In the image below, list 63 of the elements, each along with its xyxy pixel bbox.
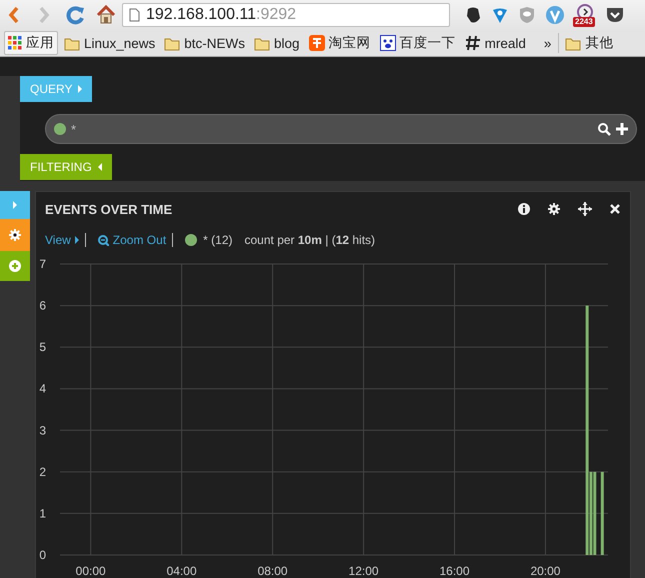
overflow-chevron[interactable]: » — [540, 36, 556, 50]
move-icon[interactable] — [578, 202, 592, 216]
funnel-icon[interactable] — [491, 6, 509, 24]
y-tick-label: 2 — [39, 464, 46, 479]
settings-icon — [9, 229, 21, 241]
y-tick-label: 5 — [39, 340, 46, 354]
pocket-icon[interactable] — [605, 5, 625, 25]
folder-icon — [565, 36, 582, 50]
home-icon[interactable] — [96, 5, 116, 25]
close-icon[interactable] — [610, 204, 620, 214]
x-tick-label: 12:00 — [348, 564, 379, 578]
extension-icon[interactable] — [464, 6, 482, 24]
zoom-out-link[interactable]: Zoom Out — [98, 233, 166, 247]
hits-summary: count per 10m | (12 hits) — [244, 233, 376, 247]
folder-icon — [254, 36, 270, 50]
series-color-dot[interactable] — [185, 234, 198, 246]
reload-icon[interactable] — [66, 5, 86, 25]
folder-icon — [164, 36, 180, 50]
bookmark[interactable]: 淘宝网 — [306, 32, 374, 54]
add-icon[interactable] — [616, 123, 628, 135]
info-icon[interactable] — [518, 203, 530, 215]
address-bar[interactable]: 192.168.100.11:9292 — [122, 3, 450, 27]
search-icon[interactable] — [598, 122, 611, 136]
folder-icon — [64, 36, 80, 50]
x-tick-label: 20:00 — [530, 564, 560, 578]
bookmark[interactable]: mreald — [462, 33, 529, 53]
bookmark[interactable]: 其他 — [562, 32, 616, 54]
x-tick-label: 08:00 — [258, 564, 288, 578]
zoom-out-icon — [98, 234, 109, 246]
circle-icon[interactable] — [545, 5, 565, 25]
caret-icon — [13, 201, 17, 209]
panel-title: EVENTS OVER TIME — [45, 202, 172, 216]
caret-icon — [74, 236, 79, 244]
y-tick-label: 6 — [39, 298, 46, 313]
add-icon — [9, 260, 21, 272]
caret-icon — [78, 85, 82, 93]
shop-logo-icon — [308, 35, 325, 51]
bookmark[interactable]: 百度一下 — [376, 32, 459, 54]
page-icon — [129, 8, 140, 22]
url-text: 192.168.100.11:9292 — [146, 6, 296, 24]
query-color-dot[interactable] — [54, 123, 66, 135]
series-label: * (12) — [203, 233, 232, 247]
apps-icon — [8, 36, 22, 50]
caret-icon — [98, 163, 102, 171]
y-tick-label: 4 — [39, 382, 46, 396]
y-tick-label: 7 — [39, 257, 46, 271]
notification-badge: 2243 — [573, 17, 595, 27]
x-tick-label: 16:00 — [440, 564, 470, 578]
x-tick-label: 00:00 — [76, 564, 106, 578]
view-link[interactable]: View — [45, 233, 79, 247]
bookmark[interactable]: btc-NEWs — [161, 34, 248, 52]
y-tick-label: 0 — [39, 548, 46, 562]
y-tick-label: 1 — [39, 506, 46, 520]
settings-icon[interactable] — [548, 203, 560, 215]
paw-icon — [380, 35, 396, 51]
x-tick-label: 04:00 — [166, 564, 197, 578]
bookmark[interactable]: Linux_news — [61, 34, 158, 52]
add-panel-button[interactable] — [0, 251, 30, 281]
bookmark[interactable]: 应用 — [4, 31, 58, 55]
bookmark[interactable]: blog — [251, 34, 303, 52]
y-tick-label: 3 — [39, 423, 46, 438]
query-field[interactable]: * — [45, 114, 637, 144]
hash-icon — [464, 35, 481, 51]
